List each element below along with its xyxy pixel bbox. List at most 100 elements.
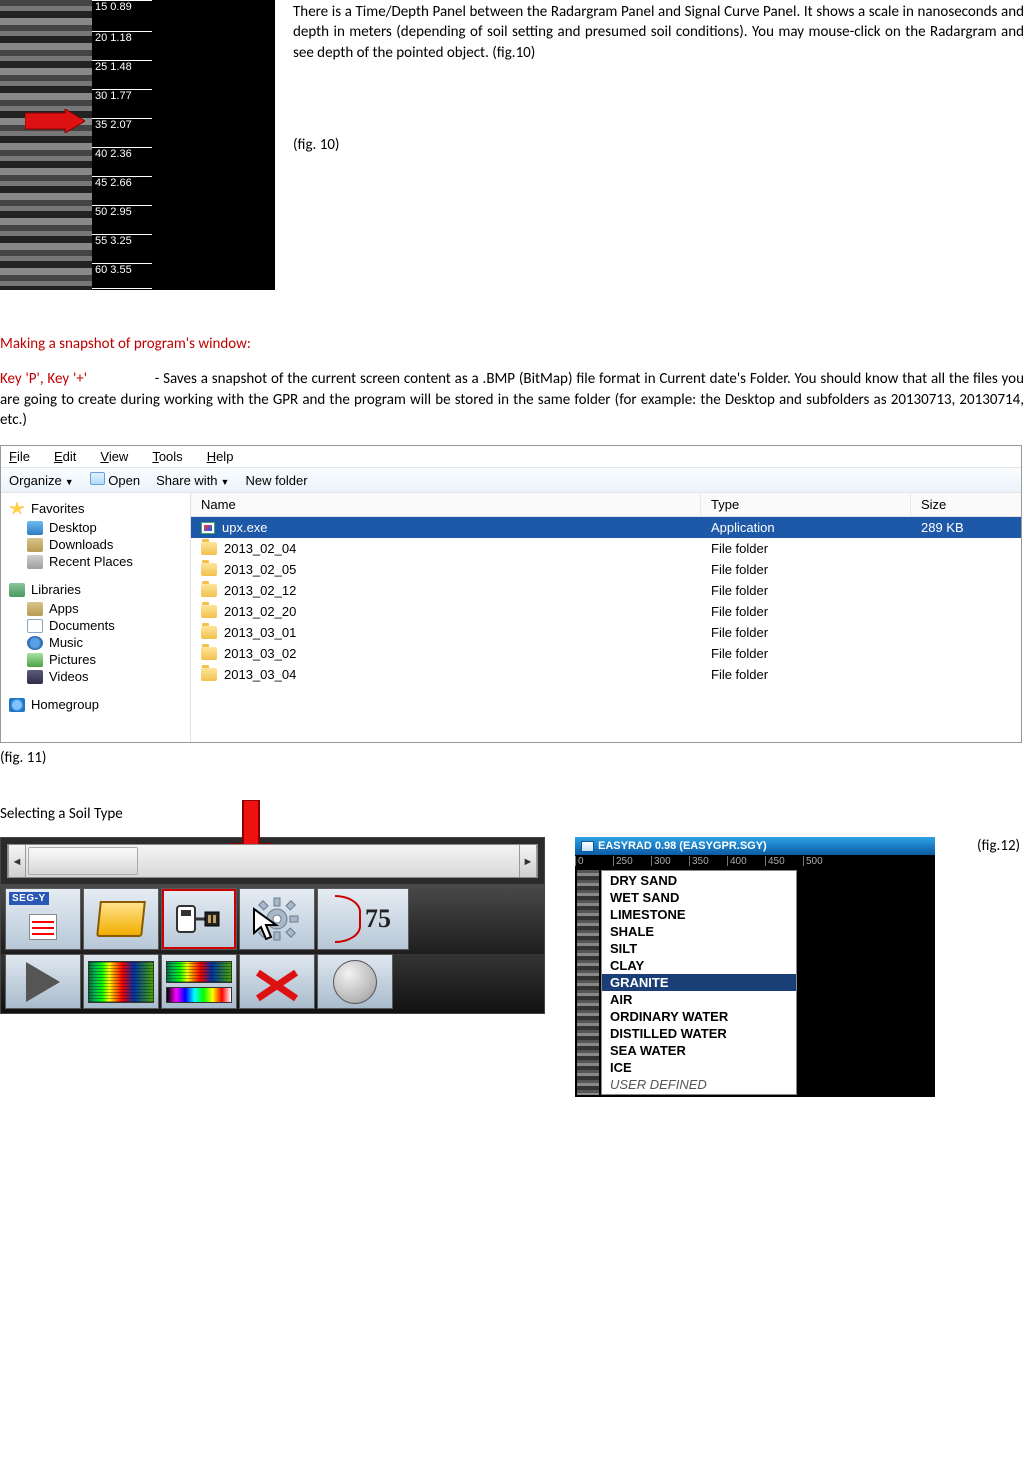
file-name: 2013_03_04	[224, 667, 296, 682]
folder-icon	[201, 668, 217, 681]
scale-tick: 15 0.89	[92, 0, 152, 13]
open-file-button[interactable]	[83, 888, 159, 950]
soil-option[interactable]: ICE	[602, 1059, 796, 1076]
column-headers: Name Type Size	[191, 493, 1021, 517]
fig11-caption: (fig. 11)	[0, 749, 1024, 767]
table-row[interactable]: 2013_02_04File folder	[191, 538, 1021, 559]
nav-apps[interactable]: Apps	[9, 600, 184, 617]
nav-homegroup[interactable]: Homegroup	[9, 697, 184, 712]
file-type: File folder	[701, 601, 911, 622]
gain-curve-icon	[335, 895, 361, 943]
table-row[interactable]: 2013_02_20 File folder	[191, 601, 1021, 622]
soil-option[interactable]: DISTILLED WATER	[602, 1025, 796, 1042]
plug-icon	[175, 898, 223, 940]
explorer-nav-pane: Favorites Desktop Downloads Recent Place…	[1, 493, 191, 742]
fig10-text: There is a Time/Depth Panel between the …	[293, 0, 1024, 290]
nav-pictures[interactable]: Pictures	[9, 651, 184, 668]
open-button[interactable]: Open	[90, 472, 140, 488]
ruler-tick: 0	[575, 856, 613, 866]
gain-value: 75	[365, 904, 391, 934]
soil-option[interactable]: DRY SAND	[602, 872, 796, 889]
table-row[interactable]: 2013_02_12File folder	[191, 580, 1021, 601]
gain-button[interactable]: 75	[317, 888, 409, 950]
soil-option[interactable]: LIMESTONE	[602, 906, 796, 923]
scroll-thumb[interactable]	[28, 847, 138, 875]
col-type[interactable]: Type	[701, 493, 911, 516]
menu-edit[interactable]: Edit	[54, 449, 76, 464]
scroll-left-button[interactable]: ◄	[8, 845, 26, 877]
fig12-row: ◄ ► SEG-Y	[0, 837, 1024, 1097]
scale-tick: 60 3.55	[92, 263, 152, 276]
table-row[interactable]: 2013_02_05 File folder	[191, 559, 1021, 580]
signal-curve	[162, 0, 275, 290]
palette-button[interactable]	[161, 954, 237, 1009]
menu-view[interactable]: View	[100, 449, 128, 464]
col-name[interactable]: Name	[191, 493, 701, 516]
snapshot-heading: Making a snapshot of program's window:	[0, 335, 1024, 353]
soil-option[interactable]: SILT	[602, 940, 796, 957]
menu-help[interactable]: Help	[207, 449, 234, 464]
menu-file[interactable]: File	[9, 449, 30, 464]
menu-tools[interactable]: Tools	[152, 449, 182, 464]
open-folder-icon	[96, 901, 146, 937]
nav-desktop[interactable]: Desktop	[9, 519, 184, 536]
table-row[interactable]: 2013_03_04File folder	[191, 664, 1021, 685]
nav-downloads[interactable]: Downloads	[9, 536, 184, 553]
fig10-paragraph: There is a Time/Depth Panel between the …	[293, 2, 1024, 63]
ruler-tick: 250	[613, 856, 651, 866]
record-button[interactable]	[317, 954, 393, 1009]
table-row[interactable]: 2013_03_01File folder	[191, 622, 1021, 643]
file-name: 2013_02_05	[224, 562, 296, 577]
scale-tick: 45 2.66	[92, 176, 152, 189]
soil-option[interactable]: SHALE	[602, 923, 796, 940]
apps-icon	[27, 602, 43, 616]
file-type: File folder	[701, 643, 911, 664]
scroll-right-button[interactable]: ►	[519, 845, 537, 877]
delete-button[interactable]	[239, 954, 315, 1009]
segy-export-button[interactable]: SEG-Y	[5, 888, 81, 950]
file-size	[911, 546, 1021, 552]
circle-icon	[333, 960, 377, 1004]
nav-favorites[interactable]: Favorites	[9, 501, 184, 516]
nav-music[interactable]: Music	[9, 634, 184, 651]
file-size	[911, 588, 1021, 594]
share-button[interactable]: Share with▼	[156, 473, 229, 488]
folder-icon	[201, 584, 217, 597]
soil-option[interactable]: CLAY	[602, 957, 796, 974]
play-button[interactable]	[5, 954, 81, 1009]
soil-type-dropdown[interactable]: DRY SANDWET SANDLIMESTONESHALESILTCLAYGR…	[601, 870, 797, 1095]
soil-option[interactable]: USER DEFINED	[602, 1076, 796, 1093]
scale-tick: 40 2.36	[92, 147, 152, 160]
nav-documents[interactable]: Documents	[9, 617, 184, 634]
table-row[interactable]: 2013_03_02File folder	[191, 643, 1021, 664]
nav-recent[interactable]: Recent Places	[9, 553, 184, 570]
soil-option[interactable]: WET SAND	[602, 889, 796, 906]
scale-tick: 25 1.48	[92, 60, 152, 73]
col-size[interactable]: Size	[911, 493, 1021, 516]
soil-option[interactable]: GRANITE	[602, 974, 796, 991]
display-mode-button[interactable]	[83, 954, 159, 1009]
file-size: 289 KB	[911, 517, 1021, 538]
soil-option[interactable]: ORDINARY WATER	[602, 1008, 796, 1025]
table-row[interactable]: upx.exeApplication289 KB	[191, 517, 1021, 538]
time-depth-panel: 15 0.8920 1.1825 1.4830 1.7735 2.0740 2.…	[0, 0, 275, 290]
file-size	[911, 567, 1021, 573]
nav-videos[interactable]: Videos	[9, 668, 184, 685]
horizontal-scrollbar[interactable]: ◄ ►	[7, 844, 538, 878]
desktop-icon	[27, 521, 43, 535]
organize-button[interactable]: Organize▼	[9, 473, 74, 488]
file-name: 2013_02_20	[224, 604, 296, 619]
soil-heading: Selecting a Soil Type	[0, 805, 1024, 823]
nav-libraries[interactable]: Libraries	[9, 582, 184, 597]
soil-option[interactable]: SEA WATER	[602, 1042, 796, 1059]
spectrum-icon	[88, 961, 154, 1003]
waveform-icon	[29, 914, 57, 940]
explorer-toolbar: Organize▼ Open Share with▼ New folder	[1, 467, 1021, 493]
scale-tick: 35 2.07	[92, 118, 152, 131]
connect-device-button[interactable]	[161, 888, 237, 950]
soil-option[interactable]: AIR	[602, 991, 796, 1008]
file-type: File folder	[701, 559, 911, 580]
folder-icon	[201, 542, 217, 555]
explorer-file-list: Name Type Size upx.exeApplication289 KB2…	[191, 493, 1021, 742]
new-folder-button[interactable]: New folder	[245, 473, 307, 488]
